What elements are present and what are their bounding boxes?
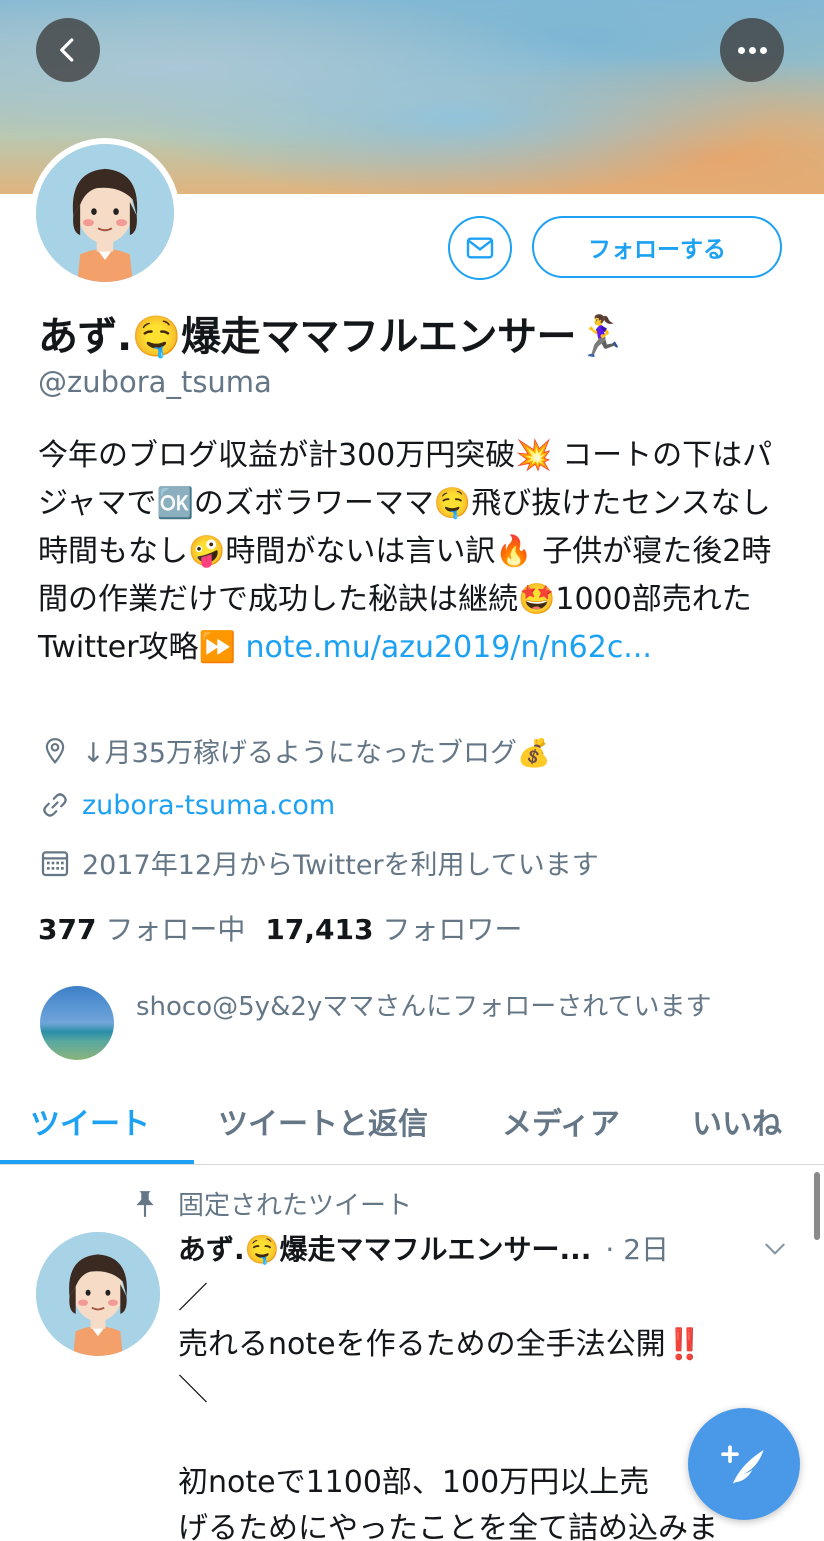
message-button[interactable] bbox=[448, 216, 512, 280]
profile-bio: 今年のブログ収益が計300万円突破💥 コートの下はパジャマで🆗のズボラワーママ🤤… bbox=[38, 432, 798, 672]
profile-avatar[interactable] bbox=[30, 138, 180, 288]
chevron-left-icon bbox=[60, 38, 74, 62]
follow-button[interactable]: フォローする bbox=[532, 216, 782, 278]
display-name: あず.🤤爆走ママフルエンサー🏃‍♀️ bbox=[38, 314, 626, 360]
link-icon bbox=[38, 788, 72, 822]
more-horizontal-icon bbox=[737, 46, 767, 54]
profile-website[interactable]: zubora-tsuma.com bbox=[38, 788, 335, 822]
chevron-down-icon[interactable] bbox=[762, 1236, 788, 1262]
tweet-header: あず.🤤爆走ママフルエンサー... · 2日 bbox=[178, 1228, 669, 1268]
tab-tweets-replies[interactable]: ツイートと返信 bbox=[218, 1099, 428, 1143]
profile-location: ↓月35万稼げるようになったブログ💰 bbox=[38, 731, 551, 770]
website-link[interactable]: zubora-tsuma.com bbox=[82, 790, 335, 821]
follower-avatar bbox=[40, 986, 114, 1060]
tweet-author-avatar[interactable] bbox=[36, 1232, 160, 1356]
pin-icon bbox=[130, 1189, 160, 1219]
pinned-label: 固定されたツイート bbox=[130, 1185, 412, 1222]
following-link[interactable]: 377 フォロー中 bbox=[38, 913, 245, 946]
mail-icon bbox=[466, 237, 494, 259]
location-pin-icon bbox=[38, 734, 72, 768]
bio-link[interactable]: note.mu/azu2019/n/n62c... bbox=[245, 630, 651, 665]
profile-joined: 2017年12月からTwitterを利用しています bbox=[38, 843, 599, 882]
calendar-icon bbox=[38, 846, 72, 880]
follow-counts: 377 フォロー中 17,413 フォロワー bbox=[38, 908, 522, 948]
tweet-author-name[interactable]: あず.🤤爆走ママフルエンサー... bbox=[178, 1228, 591, 1268]
back-button[interactable] bbox=[36, 18, 100, 82]
active-tab-indicator bbox=[0, 1160, 194, 1164]
tab-media[interactable]: メディア bbox=[502, 1099, 620, 1143]
tab-tweets[interactable]: ツイート bbox=[30, 1099, 150, 1143]
followers-link[interactable]: 17,413 フォロワー bbox=[265, 913, 522, 946]
user-handle: @zubora_tsuma bbox=[38, 365, 272, 399]
tab-likes[interactable]: いいね bbox=[692, 1099, 782, 1143]
compose-tweet-button[interactable] bbox=[688, 1408, 800, 1520]
compose-tweet-icon bbox=[721, 1445, 764, 1484]
profile-tabs: ツイート ツイートと返信 メディア いいね bbox=[0, 1085, 824, 1165]
scrollbar[interactable] bbox=[814, 1172, 820, 1240]
followed-by-text: shoco@5y&2yママさんにフォローされています bbox=[136, 992, 712, 1022]
tweet-timestamp[interactable]: · 2日 bbox=[605, 1228, 669, 1268]
location-text: ↓月35万稼げるようになったブログ💰 bbox=[82, 738, 551, 769]
more-button[interactable] bbox=[720, 18, 784, 82]
joined-text: 2017年12月からTwitterを利用しています bbox=[82, 850, 599, 881]
